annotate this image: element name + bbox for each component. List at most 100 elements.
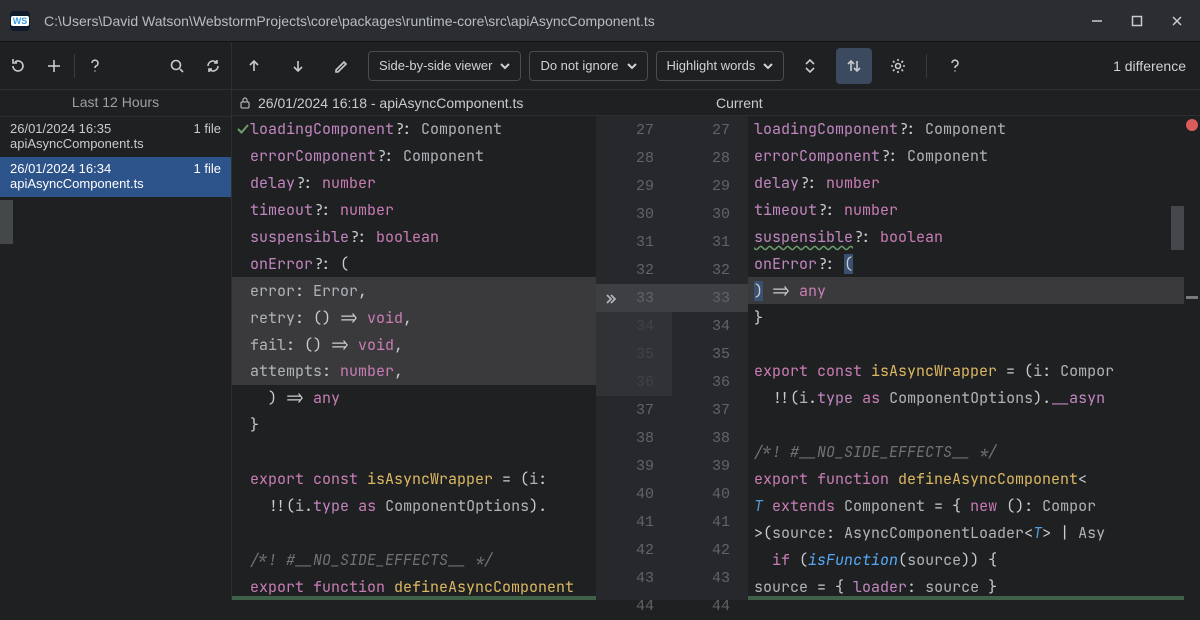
help-icon-2[interactable] — [937, 48, 973, 84]
code-line: if (isFunction(source)) { — [748, 546, 1184, 573]
line-number: 43 — [672, 564, 748, 592]
diff-header-row: 26/01/2024 16:18 - apiAsyncComponent.ts … — [232, 90, 1200, 116]
line-number: 32 — [672, 256, 748, 284]
marker-del[interactable] — [1186, 296, 1198, 299]
code-line: loadingComponent?: Component — [232, 116, 596, 143]
code-line — [232, 439, 596, 466]
line-number: 35 — [672, 340, 748, 368]
line-number: 44 — [596, 592, 672, 620]
line-number: 27 — [672, 116, 748, 144]
next-diff-icon[interactable] — [280, 48, 316, 84]
diff-icon[interactable] — [36, 48, 72, 84]
ignore-mode-select[interactable]: Do not ignore — [529, 51, 647, 81]
code-line: fail: () => void, — [232, 331, 596, 358]
edit-icon[interactable] — [324, 48, 360, 84]
code-line: /*! #__NO_SIDE_EFFECTS__ */ — [748, 439, 1184, 466]
diff-count: 1 difference — [1113, 58, 1190, 74]
code-line: suspensible?: boolean — [748, 224, 1184, 251]
app-icon: WS — [10, 11, 30, 31]
diff-header-right: Current — [708, 95, 763, 111]
code-line: T extends Component = { new (): Compor — [748, 492, 1184, 519]
line-number: 36 — [596, 368, 672, 396]
line-number: 33 — [596, 284, 672, 312]
code-line: delay?: number — [748, 170, 1184, 197]
code-line: ) => any — [232, 385, 596, 412]
sync-scroll-icon[interactable] — [836, 48, 872, 84]
refresh-icon[interactable] — [195, 48, 231, 84]
title-bar: WS C:\Users\David Watson\WebstormProject… — [0, 0, 1200, 42]
code-line: timeout?: number — [748, 197, 1184, 224]
line-number: 31 — [596, 228, 672, 256]
highlight-mode-select[interactable]: Highlight words — [656, 51, 785, 81]
left-code-pane[interactable]: loadingComponent?: Component errorCompon… — [232, 116, 596, 600]
error-badge-icon[interactable] — [1186, 119, 1198, 131]
maximize-button[interactable] — [1130, 14, 1144, 28]
code-line: export const isAsyncWrapper = (i: — [232, 466, 596, 493]
marker-strip[interactable] — [1184, 116, 1200, 600]
line-number: 28 — [596, 144, 672, 172]
code-line: export function defineAsyncComponent< — [748, 466, 1184, 493]
code-line: onError?: ( — [748, 250, 1184, 277]
toolbar: Side-by-side viewer Do not ignore Highli… — [0, 42, 1200, 90]
code-line: attempts: number, — [232, 358, 596, 385]
line-number: 36 — [672, 368, 748, 396]
line-number: 37 — [596, 396, 672, 424]
prev-diff-icon[interactable] — [236, 48, 272, 84]
line-number: 33 — [672, 284, 748, 312]
code-line: onError?: ( — [232, 250, 596, 277]
code-line: } — [232, 412, 596, 439]
close-button[interactable] — [1170, 14, 1184, 28]
right-code-pane[interactable]: loadingComponent?: Component errorCompon… — [748, 116, 1184, 600]
line-number: 42 — [596, 536, 672, 564]
code-line: delay?: number — [232, 170, 596, 197]
minimize-button[interactable] — [1090, 14, 1104, 28]
code-line: >(source: AsyncComponentLoader<T> | Asy — [748, 519, 1184, 546]
line-number: 27 — [596, 116, 672, 144]
code-line: errorComponent?: Component — [232, 143, 596, 170]
revert-icon[interactable] — [0, 48, 36, 84]
sidebar-header: Last 12 Hours — [0, 90, 231, 117]
window-path: C:\Users\David Watson\WebstormProjects\c… — [44, 13, 1090, 29]
line-number: 38 — [596, 424, 672, 452]
right-gutter: 272829303132333435363738394041424344 — [672, 116, 748, 600]
code-line — [232, 519, 596, 546]
code-line — [748, 412, 1184, 439]
line-number: 41 — [672, 508, 748, 536]
line-number: 39 — [596, 452, 672, 480]
code-line: error: Error, — [232, 277, 596, 304]
main-area: Last 12 Hours 26/01/2024 16:351 fileapiA… — [0, 90, 1200, 600]
line-number: 30 — [596, 200, 672, 228]
settings-icon[interactable] — [880, 48, 916, 84]
right-resize-handle[interactable] — [1171, 206, 1184, 250]
line-number: 41 — [596, 508, 672, 536]
line-number: 40 — [672, 480, 748, 508]
code-line: suspensible?: boolean — [232, 224, 596, 251]
code-line: } — [748, 304, 1184, 331]
line-number: 32 — [596, 256, 672, 284]
diff-header-left: 26/01/2024 16:18 - apiAsyncComponent.ts — [232, 95, 708, 111]
collapse-unchanged-icon[interactable] — [792, 48, 828, 84]
sidebar-resize-handle[interactable] — [0, 200, 13, 244]
code-line — [748, 331, 1184, 358]
line-number: 34 — [596, 312, 672, 340]
line-number: 35 — [596, 340, 672, 368]
line-number: 31 — [672, 228, 748, 256]
viewer-mode-select[interactable]: Side-by-side viewer — [368, 51, 521, 81]
line-number: 42 — [672, 536, 748, 564]
line-number: 30 — [672, 200, 748, 228]
line-number: 37 — [672, 396, 748, 424]
code-line: timeout?: number — [232, 197, 596, 224]
history-item[interactable]: 26/01/2024 16:351 fileapiAsyncComponent.… — [0, 117, 231, 157]
left-gutter: 272829303132333435363738394041424344 — [596, 116, 672, 600]
line-number: 43 — [596, 564, 672, 592]
history-item[interactable]: 26/01/2024 16:341 fileapiAsyncComponent.… — [0, 157, 231, 197]
code-line: loadingComponent?: Component — [748, 116, 1184, 143]
search-icon[interactable] — [159, 48, 195, 84]
code-line: !!(i.type as ComponentOptions). — [232, 492, 596, 519]
code-line: /*! #__NO_SIDE_EFFECTS__ */ — [232, 546, 596, 573]
history-sidebar: Last 12 Hours 26/01/2024 16:351 fileapiA… — [0, 90, 232, 600]
code-line: retry: () => void, — [232, 304, 596, 331]
line-number: 29 — [596, 172, 672, 200]
code-line: ) => any — [748, 277, 1184, 304]
help-icon[interactable] — [77, 48, 113, 84]
